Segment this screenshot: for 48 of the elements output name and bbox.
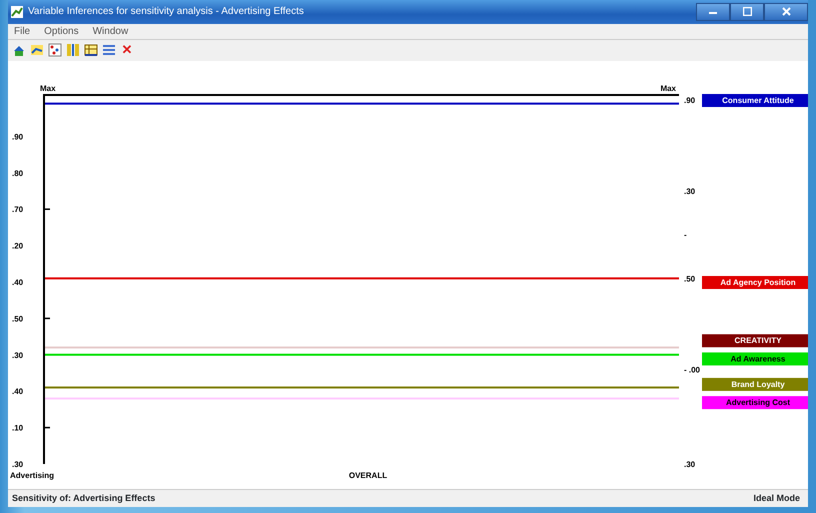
tick-label: .40: [12, 278, 24, 288]
tick-label: -: [684, 230, 687, 240]
tick-label: .90: [12, 132, 24, 142]
axis-label: OVERALL: [348, 471, 388, 480]
tick-label: .30: [12, 460, 24, 470]
mode-indicator: Ideal Mode: [753, 492, 800, 505]
window-title: Variable Inferences for sensitivity analysis - Advertising Effects: [28, 5, 304, 20]
menu-item[interactable]: Options: [44, 24, 79, 39]
legend-tag: Advertising Cost: [702, 396, 808, 410]
tick-label: .50: [684, 274, 696, 284]
minimize-button[interactable]: [696, 2, 730, 21]
tick-label: .30: [684, 187, 696, 196]
close-button[interactable]: [764, 2, 808, 21]
toolbar-button[interactable]: [83, 42, 99, 58]
tick-label: .50: [12, 314, 24, 324]
tick-label: .40: [12, 387, 24, 396]
menu-item[interactable]: File: [14, 24, 30, 39]
legend-tag: Ad Agency Position: [702, 276, 808, 290]
scatter-icon: [48, 43, 62, 58]
maximize-icon: [742, 6, 752, 16]
tick-label: .80: [12, 169, 24, 178]
tick-label: .70: [12, 205, 24, 214]
legend-tag: Ad Awareness: [702, 352, 808, 366]
house-icon: [12, 43, 26, 58]
tick-label: .10: [12, 424, 24, 433]
axis-label: Advertising: [10, 471, 54, 480]
tick-label: .30: [684, 460, 696, 470]
table-icon: [84, 43, 98, 58]
close-icon: [782, 6, 790, 16]
legend-tag: Brand Loyalty: [702, 378, 808, 392]
tick-label: .20: [12, 242, 24, 251]
chart-icon: [30, 43, 44, 58]
toolbar-button[interactable]: [47, 42, 63, 58]
menu-item[interactable]: Window: [92, 24, 128, 39]
axis-label: Max: [660, 84, 676, 94]
tick-label: .30: [12, 351, 24, 360]
legend-tag: CREATIVITY: [702, 334, 808, 348]
lines-icon: [102, 43, 116, 58]
delete-button[interactable]: ✕: [119, 42, 135, 58]
legend-tag: Consumer Attitude: [702, 94, 808, 108]
tick-label: .90: [684, 96, 696, 106]
columns-icon: [66, 43, 80, 58]
axis-label: Max: [40, 84, 56, 94]
toolbar-button[interactable]: [65, 42, 81, 58]
status-text: Sensitivity of: Advertising Effects: [12, 492, 156, 505]
maximize-button[interactable]: [730, 2, 764, 21]
chart-icon: [10, 4, 24, 19]
tick-label: - .00: [684, 366, 700, 375]
